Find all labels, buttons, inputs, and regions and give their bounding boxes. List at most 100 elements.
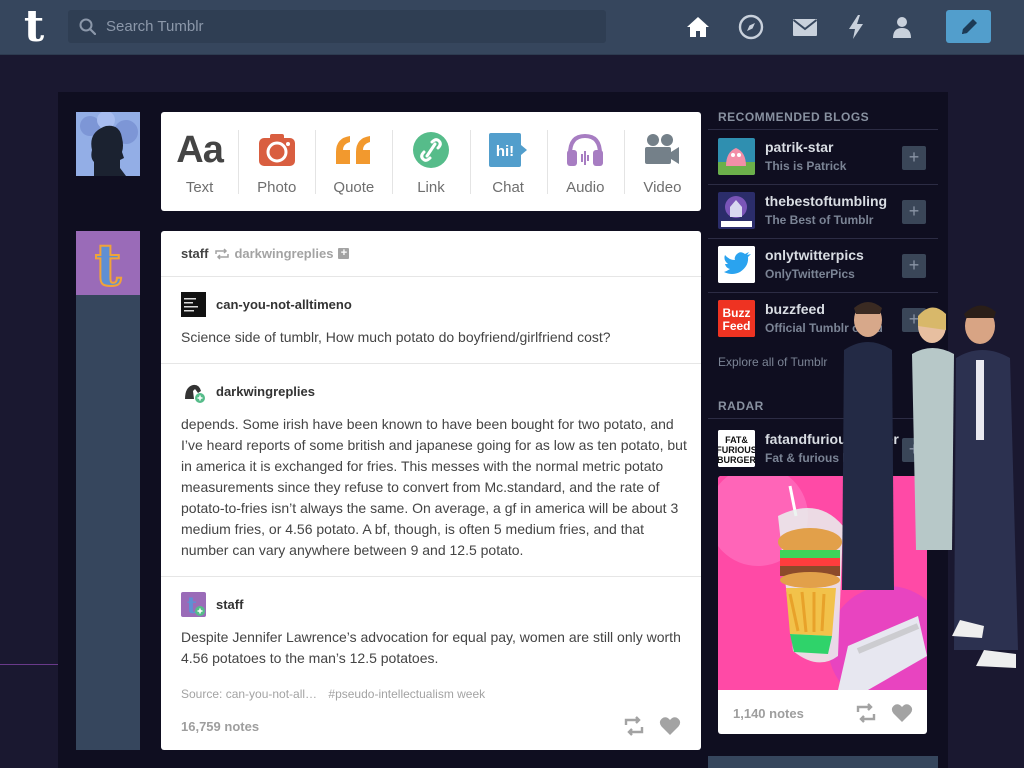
quote-icon [315,130,392,170]
divider [708,129,938,130]
top-navigation-bar: t [0,0,1024,55]
blog-avatar: FAT& FURIOUS BURGER [718,430,755,467]
trail-user[interactable]: can-you-not-alltimeno [181,292,352,317]
compose-button[interactable] [946,10,991,43]
post-type-label: Link [417,179,445,196]
buzzfeed-logo: Buzz Feed [718,300,755,337]
reblog-icon [215,247,230,260]
post-type-label: Photo [257,179,297,196]
post-type-video[interactable]: Video [623,112,701,211]
person-icon[interactable] [888,13,916,41]
blog-avatar [181,379,206,404]
divider [708,238,938,239]
headphones-icon [547,130,624,170]
recommended-blog[interactable]: patrik-star This is Patrick + [718,138,938,178]
post-type-label: Text [185,179,214,196]
post-type-label: Chat [492,179,524,196]
camera-icon [238,130,315,170]
post-tag[interactable]: #pseudo-intellectualism week [328,687,485,701]
svg-text:BURGER: BURGER [718,455,755,465]
divider [708,184,938,185]
post-card: staff darkwingreplies + can-you-not-allt… [161,231,701,750]
blog-name: thebestoftumbling [765,193,888,209]
blog-avatar [718,138,755,175]
notes-count[interactable]: 1,140 notes [733,706,804,721]
blog-name: onlytwitterpics [765,247,864,263]
svg-text:Buzz: Buzz [723,306,751,320]
trail-user[interactable]: darkwingreplies [181,379,315,404]
text-icon: Aa [176,128,224,171]
blog-title: OnlyTwitterPics [765,267,855,281]
chat-icon: hi! [470,130,547,170]
divider [0,664,60,665]
twitter-bird-icon [718,246,755,283]
blog-title: The Best of Tumblr [765,213,874,227]
radar-heading: RADAR [718,399,764,413]
link-icon [392,130,469,170]
post-type-text[interactable]: Aa Text [161,112,238,211]
follow-plus-icon[interactable]: + [902,146,926,170]
post-author[interactable]: staff [181,246,208,261]
divider [161,276,701,277]
follow-plus-icon[interactable]: + [338,248,350,259]
user-avatar[interactable] [76,112,140,176]
search-input[interactable] [106,10,586,43]
follow-plus-icon[interactable]: + [902,200,926,224]
post-footer-meta: Source: can-you-not-all… #pseudo-intelle… [181,687,485,701]
staff-avatar[interactable]: t [76,231,140,295]
reblog-source: darkwingreplies + [213,246,350,261]
trail-username[interactable]: darkwingreplies [216,384,315,399]
video-icon [624,130,701,170]
mail-icon[interactable] [791,13,819,41]
post-type-quote[interactable]: Quote [315,112,392,211]
background-photo [834,290,1024,720]
follow-plus-icon[interactable]: + [902,254,926,278]
search-icon [79,18,96,35]
post-type-bar: Aa Text Photo Quote Link hi! Chat Audio [161,112,701,211]
recommended-blog[interactable]: thebestoftumbling The Best of Tumblr + [718,192,938,232]
reblog-icon[interactable] [623,716,645,736]
trail-username[interactable]: staff [216,597,243,612]
post-source-link[interactable]: Source: can-you-not-all… [181,687,317,701]
trail-text: Science side of tumblr, How much potato … [181,329,611,345]
trail-text: Despite Jennifer Lawrence’s advocation f… [181,629,681,666]
blog-title: This is Patrick [765,159,847,173]
post-type-photo[interactable]: Photo [238,112,315,211]
sidebar-footer-strip [708,756,938,768]
post-type-chat[interactable]: hi! Chat [469,112,547,211]
blog-avatar [181,292,206,317]
reblogged-from-name[interactable]: darkwingreplies [234,246,333,261]
home-icon[interactable] [684,13,712,41]
svg-text:hi!: hi! [496,143,514,160]
tumblr-logo[interactable]: t [16,5,52,49]
post-type-label: Video [643,179,682,196]
blog-avatar: t [181,592,206,619]
explore-link[interactable]: Explore all of Tumblr [718,355,827,369]
heart-icon[interactable] [659,716,681,736]
post-type-label: Audio [566,179,605,196]
pencil-icon [961,18,977,34]
svg-text:Feed: Feed [722,319,750,333]
svg-text:FAT&: FAT& [725,435,748,445]
compass-icon[interactable] [737,13,765,41]
post-type-audio[interactable]: Audio [546,112,624,211]
lightning-icon[interactable] [842,13,870,41]
post-type-label: Quote [333,179,375,196]
notes-count[interactable]: 16,759 notes [181,719,259,734]
divider [161,363,701,364]
svg-text:t: t [95,233,122,293]
svg-text:FURIOUS: FURIOUS [718,445,755,455]
trail-text: depends. Some irish have been known to h… [181,416,687,558]
post-actions [623,716,681,736]
trail-user[interactable]: t staff [181,592,243,619]
post-avatar-column [76,295,140,750]
blog-name: buzzfeed [765,301,825,317]
blog-avatar [718,192,755,229]
divider [161,576,701,577]
post-header: staff darkwingreplies + [181,246,350,261]
post-type-link[interactable]: Link [392,112,469,211]
recommended-blog[interactable]: onlytwitterpics OnlyTwitterPics + [718,246,938,286]
blog-name: patrik-star [765,139,834,155]
search-box[interactable] [68,10,606,43]
trail-username[interactable]: can-you-not-alltimeno [216,297,352,312]
